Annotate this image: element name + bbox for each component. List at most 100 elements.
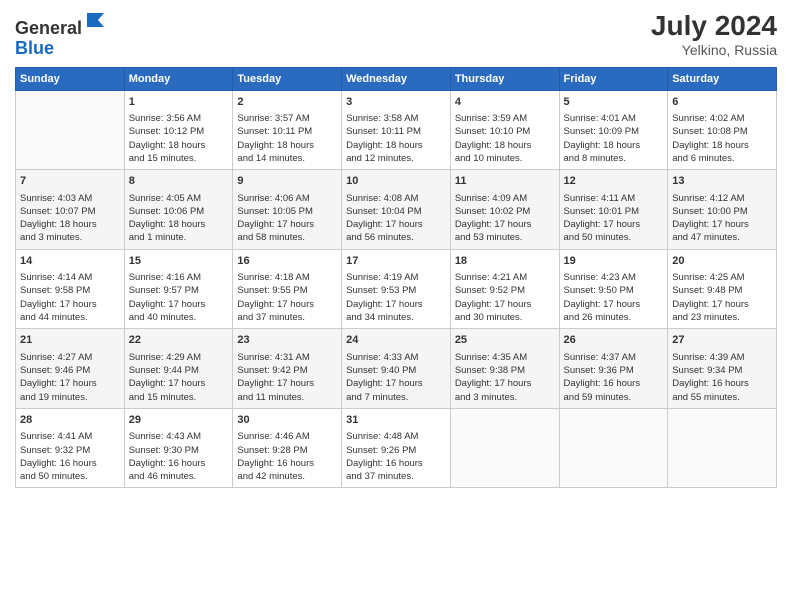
day-info-line: Sunset: 9:57 PM (129, 284, 229, 297)
day-info-line: Daylight: 17 hours (129, 377, 229, 390)
day-number: 2 (237, 95, 337, 110)
day-number: 6 (672, 95, 772, 110)
day-info-line: Sunset: 9:44 PM (129, 364, 229, 377)
day-info-line: Sunrise: 4:14 AM (20, 271, 120, 284)
day-info-line: Daylight: 17 hours (455, 218, 555, 231)
calendar-cell: 21Sunrise: 4:27 AMSunset: 9:46 PMDayligh… (16, 329, 125, 409)
day-info-line: Sunset: 10:05 PM (237, 205, 337, 218)
day-info-line: and 58 minutes. (237, 231, 337, 244)
day-info-line: Sunset: 9:40 PM (346, 364, 446, 377)
day-info-line: and 3 minutes. (20, 231, 120, 244)
day-info-line: Sunrise: 4:19 AM (346, 271, 446, 284)
calendar-week-row: 28Sunrise: 4:41 AMSunset: 9:32 PMDayligh… (16, 408, 777, 488)
day-number: 25 (455, 333, 555, 348)
day-info-line: Daylight: 17 hours (20, 377, 120, 390)
day-info-line: Daylight: 17 hours (346, 218, 446, 231)
calendar-cell: 6Sunrise: 4:02 AMSunset: 10:08 PMDayligh… (668, 90, 777, 170)
day-info-line: Sunrise: 4:31 AM (237, 351, 337, 364)
day-info-line: Sunset: 10:09 PM (564, 125, 664, 138)
logo-blue-text: Blue (15, 38, 54, 58)
day-info-line: Sunset: 10:06 PM (129, 205, 229, 218)
col-header-sunday: Sunday (16, 67, 125, 90)
day-number: 9 (237, 174, 337, 189)
calendar-cell: 17Sunrise: 4:19 AMSunset: 9:53 PMDayligh… (342, 249, 451, 329)
day-info-line: Daylight: 16 hours (672, 377, 772, 390)
calendar-cell: 2Sunrise: 3:57 AMSunset: 10:11 PMDayligh… (233, 90, 342, 170)
day-info-line: Sunset: 9:46 PM (20, 364, 120, 377)
day-info-line: Sunrise: 4:01 AM (564, 112, 664, 125)
day-info-line: and 55 minutes. (672, 391, 772, 404)
calendar-cell: 11Sunrise: 4:09 AMSunset: 10:02 PMDaylig… (450, 170, 559, 250)
calendar-table: SundayMondayTuesdayWednesdayThursdayFrid… (15, 67, 777, 489)
day-info-line: Sunrise: 4:29 AM (129, 351, 229, 364)
calendar-cell: 19Sunrise: 4:23 AMSunset: 9:50 PMDayligh… (559, 249, 668, 329)
day-info-line: Sunset: 9:34 PM (672, 364, 772, 377)
day-info-line: Sunrise: 4:48 AM (346, 430, 446, 443)
day-info-line: Sunset: 9:30 PM (129, 444, 229, 457)
day-info-line: and 12 minutes. (346, 152, 446, 165)
logo-general-text: General (15, 18, 82, 38)
col-header-saturday: Saturday (668, 67, 777, 90)
day-info-line: Daylight: 16 hours (237, 457, 337, 470)
day-info-line: and 7 minutes. (346, 391, 446, 404)
day-info-line: Daylight: 17 hours (237, 377, 337, 390)
day-info-line: and 30 minutes. (455, 311, 555, 324)
day-info-line: Sunset: 10:04 PM (346, 205, 446, 218)
day-info-line: Sunrise: 3:56 AM (129, 112, 229, 125)
calendar-cell: 20Sunrise: 4:25 AMSunset: 9:48 PMDayligh… (668, 249, 777, 329)
day-info-line: Sunrise: 4:18 AM (237, 271, 337, 284)
day-number: 19 (564, 254, 664, 269)
day-info-line: Sunset: 10:11 PM (237, 125, 337, 138)
day-info-line: Daylight: 16 hours (20, 457, 120, 470)
day-info-line: Daylight: 17 hours (237, 298, 337, 311)
calendar-week-row: 7Sunrise: 4:03 AMSunset: 10:07 PMDayligh… (16, 170, 777, 250)
day-info-line: Sunset: 10:11 PM (346, 125, 446, 138)
calendar-cell (16, 90, 125, 170)
day-info-line: and 50 minutes. (20, 470, 120, 483)
calendar-cell: 8Sunrise: 4:05 AMSunset: 10:06 PMDayligh… (124, 170, 233, 250)
day-info-line: and 37 minutes. (237, 311, 337, 324)
month-year-title: July 2024 (651, 10, 777, 42)
day-number: 3 (346, 95, 446, 110)
col-header-monday: Monday (124, 67, 233, 90)
day-info-line: and 46 minutes. (129, 470, 229, 483)
day-info-line: Sunrise: 4:03 AM (20, 192, 120, 205)
calendar-cell: 14Sunrise: 4:14 AMSunset: 9:58 PMDayligh… (16, 249, 125, 329)
col-header-wednesday: Wednesday (342, 67, 451, 90)
calendar-week-row: 1Sunrise: 3:56 AMSunset: 10:12 PMDayligh… (16, 90, 777, 170)
calendar-header-row: SundayMondayTuesdayWednesdayThursdayFrid… (16, 67, 777, 90)
day-info-line: Daylight: 16 hours (346, 457, 446, 470)
day-info-line: Sunrise: 4:37 AM (564, 351, 664, 364)
calendar-cell: 16Sunrise: 4:18 AMSunset: 9:55 PMDayligh… (233, 249, 342, 329)
day-info-line: Daylight: 18 hours (346, 139, 446, 152)
day-info-line: and 44 minutes. (20, 311, 120, 324)
day-number: 15 (129, 254, 229, 269)
page-header: General Blue July 2024 Yelkino, Russia (15, 10, 777, 59)
day-number: 16 (237, 254, 337, 269)
calendar-cell: 9Sunrise: 4:06 AMSunset: 10:05 PMDayligh… (233, 170, 342, 250)
day-info-line: and 15 minutes. (129, 152, 229, 165)
day-info-line: Sunset: 10:08 PM (672, 125, 772, 138)
day-info-line: Sunrise: 4:33 AM (346, 351, 446, 364)
day-info-line: Daylight: 17 hours (237, 218, 337, 231)
calendar-cell: 3Sunrise: 3:58 AMSunset: 10:11 PMDayligh… (342, 90, 451, 170)
day-info-line: Sunset: 10:02 PM (455, 205, 555, 218)
calendar-cell: 18Sunrise: 4:21 AMSunset: 9:52 PMDayligh… (450, 249, 559, 329)
calendar-cell (450, 408, 559, 488)
calendar-cell: 12Sunrise: 4:11 AMSunset: 10:01 PMDaylig… (559, 170, 668, 250)
day-info-line: Daylight: 18 hours (20, 218, 120, 231)
day-info-line: Daylight: 17 hours (455, 298, 555, 311)
day-info-line: and 47 minutes. (672, 231, 772, 244)
day-info-line: Daylight: 18 hours (129, 218, 229, 231)
day-info-line: Sunset: 9:28 PM (237, 444, 337, 457)
title-block: July 2024 Yelkino, Russia (651, 10, 777, 58)
calendar-cell: 1Sunrise: 3:56 AMSunset: 10:12 PMDayligh… (124, 90, 233, 170)
day-number: 11 (455, 174, 555, 189)
day-info-line: Daylight: 17 hours (129, 298, 229, 311)
day-info-line: and 3 minutes. (455, 391, 555, 404)
day-number: 1 (129, 95, 229, 110)
day-number: 12 (564, 174, 664, 189)
calendar-cell (559, 408, 668, 488)
day-info-line: Daylight: 17 hours (672, 218, 772, 231)
calendar-cell: 28Sunrise: 4:41 AMSunset: 9:32 PMDayligh… (16, 408, 125, 488)
